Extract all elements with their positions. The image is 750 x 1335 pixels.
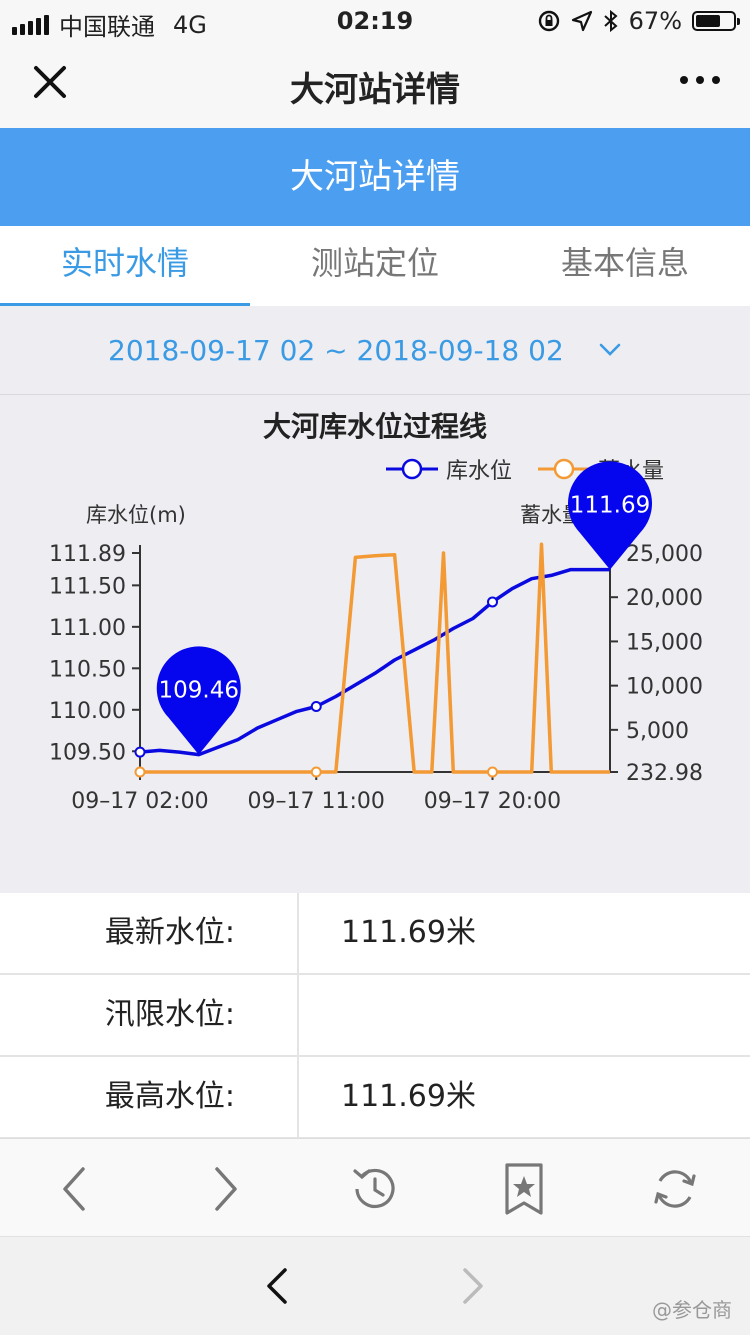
y-right-tick-label: 15,000 [626,630,703,655]
nav-bar: 大河站详情 [0,40,750,128]
y-left-tick-label: 111.89 [49,542,126,567]
date-range-text: 2018-09-17 02 ~ 2018-09-18 02 [108,334,564,367]
tab-bar: 实时水情 测站定位 基本信息 [0,226,750,307]
chart-panel: 大河库水位过程线 库水位 蓄水量 库水位(m) 蓄水量(m³) 111.8911… [0,395,750,893]
table-row: 最新水位: 111.69米 [0,893,750,975]
bookmark-icon[interactable] [495,1159,555,1219]
row-label: 最高水位: [0,1057,299,1137]
tab-label: 测站定位 [310,244,439,282]
data-point [134,766,146,778]
status-right: 67% [537,7,740,35]
nav-title: 大河站详情 [290,70,460,110]
y-right-tick-label: 10,000 [626,675,703,700]
x-tick-label: 09–17 20:00 [424,789,561,814]
water-level-chart: 111.89 111.50 111.00 110.50 110.00 109.50 25,0… [49,461,703,814]
data-point [310,766,322,778]
y-right-tick-label: 25,000 [626,542,703,567]
y-left-tick-label: 110.50 [49,657,126,682]
status-bar: 中国联通 4G 02:19 67% [0,0,750,41]
back-arrow-icon[interactable] [45,1159,105,1219]
table-row: 最高水位: 111.69米 [0,1057,750,1139]
orientation-lock-icon [538,10,559,32]
data-point [310,700,322,712]
row-value: 111.69米 [341,1079,476,1114]
row-value [299,975,750,1055]
browser-nav-bar: @参仓商 [0,1236,750,1335]
y-left-tick-label: 109.50 [49,740,126,765]
y-left-tick-label: 110.00 [49,699,126,724]
tab-label: 实时水情 [60,244,189,282]
battery-percent: 67% [628,7,682,35]
row-label: 汛限水位: [0,975,299,1055]
info-table: 最新水位: 111.69米 汛限水位: 最高水位: 111.69米 [0,893,750,1139]
watermark: @参仓商 [652,1298,732,1322]
tab-station-location[interactable]: 测站定位 [250,226,500,306]
y-right-tick-label: 20,000 [626,586,703,611]
battery-icon [692,11,740,31]
y-right-tick-label: 5,000 [626,719,689,744]
value-pin-label: 111.69 [570,493,650,519]
location-arrow-icon [571,10,592,32]
data-point [487,596,498,608]
tab-basic-info[interactable]: 基本信息 [500,226,750,306]
refresh-icon[interactable] [645,1159,705,1219]
y-right-tick-label: 232.98 [626,761,703,786]
forward-arrow-icon[interactable] [195,1159,255,1219]
data-point [134,746,146,758]
y-left-tick-label: 111.00 [49,616,126,641]
tab-realtime-water[interactable]: 实时水情 [0,226,250,307]
bottom-toolbar [0,1138,750,1237]
more-options-icon[interactable] [678,70,722,90]
x-tick-label: 09–17 02:00 [71,789,208,814]
row-label: 最新水位: [0,893,299,973]
chevron-down-icon[interactable] [598,342,622,358]
browser-forward-icon[interactable] [452,1264,492,1308]
row-value: 111.69米 [341,915,476,950]
bluetooth-icon [603,9,618,33]
page-title: 大河站详情 [290,157,460,197]
history-icon[interactable] [345,1159,405,1219]
tab-label: 基本信息 [560,244,689,282]
page-header: 大河站详情 [0,128,750,226]
table-row: 汛限水位: [0,975,750,1057]
x-tick-label: 09–17 11:00 [248,789,385,814]
value-pin-label: 109.46 [159,678,239,704]
date-range-selector[interactable]: 2018-09-17 02 ~ 2018-09-18 02 [0,306,750,395]
battery-fill [696,15,721,27]
data-point [487,766,498,778]
y-left-tick-label: 111.50 [49,574,126,599]
browser-back-icon[interactable] [258,1264,298,1308]
